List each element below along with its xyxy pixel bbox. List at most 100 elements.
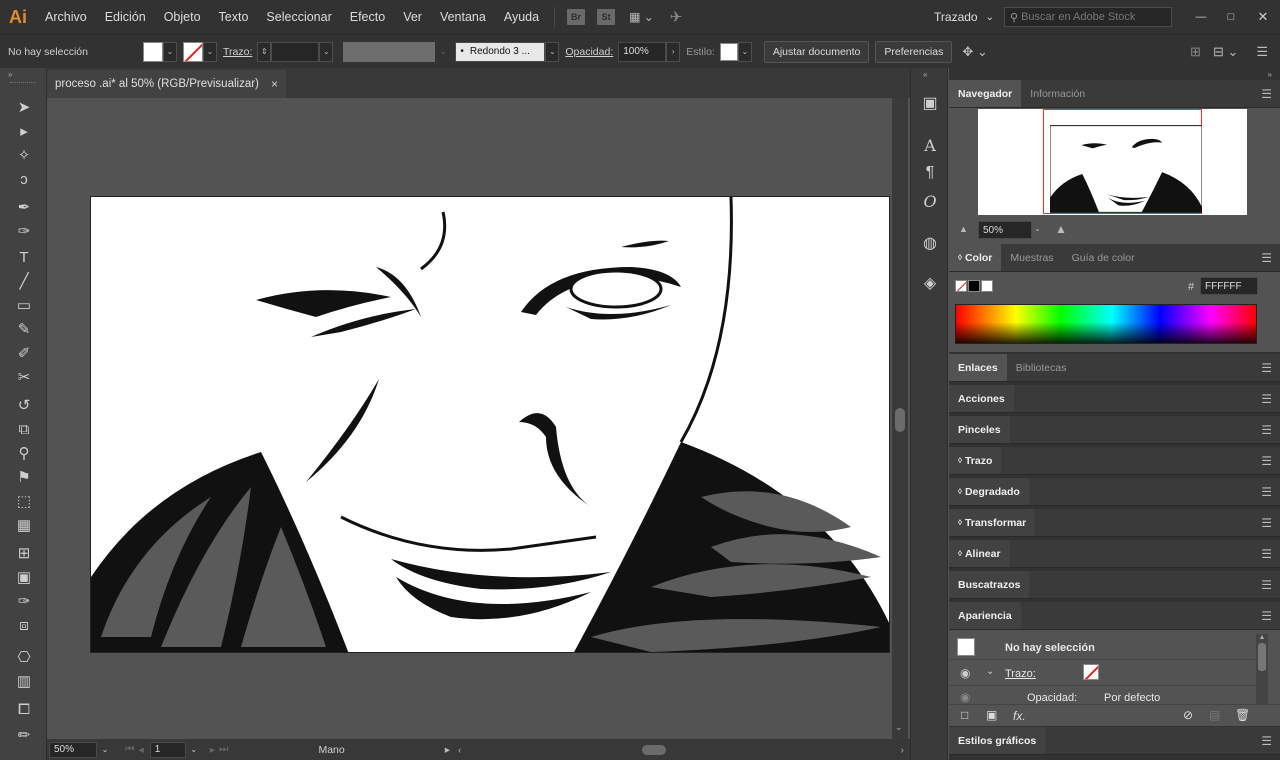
visibility-eye-icon[interactable]: ◉: [960, 666, 970, 680]
magic-wand-icon[interactable]: ✧: [12, 144, 36, 166]
paintbrush-icon[interactable]: ✎: [12, 318, 36, 340]
add-fill-icon[interactable]: ▣: [986, 708, 997, 722]
graphic-styles-menu-icon[interactable]: ☰: [1261, 727, 1272, 754]
preferences-button[interactable]: Preferencias: [875, 40, 953, 63]
profile-dropdown[interactable]: ⌄: [435, 47, 451, 56]
prev-artboard-icon[interactable]: ◂: [138, 744, 143, 756]
zoom-out-icon[interactable]: ▲: [959, 224, 968, 234]
navigator-zoom-dropdown[interactable]: ⌄: [1034, 224, 1041, 233]
brush-definition[interactable]: • Redondo 3 ...: [455, 41, 546, 62]
panel-menu-icon[interactable]: ☰: [1256, 44, 1268, 60]
curvature-tool-icon[interactable]: ✑: [12, 220, 36, 242]
tab-actions[interactable]: Acciones: [949, 385, 1014, 412]
tab-graphic-styles[interactable]: Estilos gráficos: [949, 727, 1046, 754]
tab-stroke[interactable]: ◊ Trazo: [949, 447, 1002, 474]
navigator-menu-icon[interactable]: ☰: [1261, 80, 1272, 107]
arrange-documents-icon[interactable]: ▦ ⌄: [629, 10, 654, 24]
minimize-button[interactable]: —: [1186, 11, 1216, 23]
gradient-menu-icon[interactable]: ☰: [1261, 478, 1272, 505]
layers-icon[interactable]: ◈: [918, 272, 942, 294]
next-artboard-icon[interactable]: ▸: [210, 744, 215, 756]
color-spectrum[interactable]: [955, 304, 1257, 344]
tab-brushes[interactable]: Pinceles: [949, 416, 1010, 443]
duplicate-item-icon[interactable]: ▤: [1209, 708, 1220, 722]
first-artboard-icon[interactable]: ⏮: [125, 743, 134, 756]
tab-gradient[interactable]: ◊ Degradado: [949, 478, 1029, 505]
perspective-grid-icon[interactable]: ▦: [12, 514, 36, 536]
collapse-dock-icon[interactable]: «: [923, 70, 927, 79]
horizontal-scroll-thumb[interactable]: [641, 744, 666, 755]
artboard-dropdown[interactable]: ⌄: [186, 745, 202, 754]
hex-input[interactable]: FFFFFF: [1200, 277, 1258, 295]
vertical-scrollbar[interactable]: ⌄: [892, 98, 908, 739]
stroke-weight-stepper[interactable]: ⇕: [257, 41, 272, 62]
menu-efecto[interactable]: Efecto: [341, 0, 394, 34]
stroke-weight-input[interactable]: [271, 41, 320, 62]
scroll-down-icon[interactable]: ⌄: [895, 722, 903, 733]
shaper-tool-icon[interactable]: ✐: [12, 342, 36, 364]
bridge-icon[interactable]: Br: [567, 9, 586, 25]
appearance-scrollbar[interactable]: ▲: [1256, 634, 1268, 708]
close-button[interactable]: ✕: [1246, 9, 1280, 25]
graph-tool-icon[interactable]: ▥: [12, 670, 36, 692]
tab-color-guide[interactable]: Guía de color: [1063, 244, 1144, 271]
lasso-icon[interactable]: ↄ: [12, 168, 36, 190]
tab-color[interactable]: ◊ Color: [949, 244, 1002, 271]
scroll-left-icon[interactable]: ‹: [458, 744, 462, 756]
black-swatch[interactable]: [968, 280, 980, 292]
selection-tool-icon[interactable]: ➤: [12, 96, 36, 118]
collapse-toolbox-icon[interactable]: »: [8, 70, 12, 79]
gpu-performance-icon[interactable]: ✈: [670, 8, 683, 26]
opentype-icon[interactable]: O: [918, 190, 942, 212]
shape-builder-icon[interactable]: ⬚: [12, 490, 36, 512]
document-tab[interactable]: proceso .ai* al 50% (RGB/Previsualizar) …: [47, 70, 286, 98]
stroke-swatch[interactable]: [183, 41, 203, 62]
opacity-arrow[interactable]: ›: [666, 41, 681, 62]
variable-width-profile[interactable]: [343, 41, 436, 62]
workspace-switcher[interactable]: Trazado ⌄: [934, 10, 994, 24]
tab-align[interactable]: ◊ Alinear: [949, 540, 1010, 567]
scroll-thumb[interactable]: [1258, 643, 1266, 671]
pen-tool-icon[interactable]: ✒: [12, 196, 36, 218]
paragraph-icon[interactable]: ¶: [918, 162, 942, 184]
pin-icon[interactable]: ⚑: [12, 466, 36, 488]
pathfinder-menu-icon[interactable]: ☰: [1261, 571, 1272, 598]
search-stock-box[interactable]: ⚲ Buscar en Adobe Stock: [1004, 7, 1172, 27]
opacity-input[interactable]: 100%: [618, 41, 667, 62]
appearance-stroke-label[interactable]: Trazo:: [1005, 668, 1036, 680]
tab-pathfinder[interactable]: Buscatrazos: [949, 571, 1030, 598]
zoom-input[interactable]: 50%: [49, 741, 97, 758]
zoom-in-icon[interactable]: ▲: [1055, 222, 1067, 236]
scale-tool-icon[interactable]: ⧉: [12, 418, 36, 440]
delete-item-icon[interactable]: 🗑: [1235, 708, 1250, 722]
status-menu-icon[interactable]: ▸: [445, 744, 450, 756]
tab-appearance[interactable]: Apariencia: [949, 602, 1021, 629]
links-menu-icon[interactable]: ☰: [1261, 354, 1272, 381]
gradient-tool-icon[interactable]: ▣: [12, 566, 36, 588]
appearance-stroke-swatch[interactable]: [1083, 664, 1099, 680]
navigator-preview[interactable]: [978, 109, 1247, 215]
menu-ayuda[interactable]: Ayuda: [495, 0, 548, 34]
stroke-menu-icon[interactable]: ☰: [1261, 447, 1272, 474]
white-swatch[interactable]: [981, 280, 993, 292]
menu-texto[interactable]: Texto: [210, 0, 258, 34]
graphic-style-dropdown[interactable]: ⌄: [737, 41, 752, 62]
recolor-icon[interactable]: ✥ ⌄: [962, 44, 987, 60]
last-artboard-icon[interactable]: ⏭: [219, 743, 228, 756]
line-tool-icon[interactable]: ╱: [12, 270, 36, 292]
blend-tool-icon[interactable]: ⧈: [12, 614, 36, 636]
tab-libraries[interactable]: Bibliotecas: [1007, 354, 1076, 381]
color-guide-icon[interactable]: ◍: [918, 232, 942, 254]
tab-links[interactable]: Enlaces: [949, 354, 1007, 381]
clear-appearance-icon[interactable]: ⊘: [1183, 708, 1193, 722]
stock-icon[interactable]: St: [597, 9, 616, 25]
maximize-button[interactable]: □: [1216, 11, 1246, 23]
symbol-sprayer-icon[interactable]: ⎔: [12, 646, 36, 668]
chevron-down-icon[interactable]: ⌄: [986, 666, 994, 677]
brushes-menu-icon[interactable]: ☰: [1261, 416, 1272, 443]
type-tool-icon[interactable]: T: [12, 246, 36, 268]
artboard-tool-icon[interactable]: ⧠: [12, 698, 36, 720]
tab-info[interactable]: Información: [1021, 80, 1094, 107]
stroke-weight-dropdown[interactable]: ⌄: [319, 41, 334, 62]
collapse-panels-icon[interactable]: »: [1268, 70, 1272, 79]
